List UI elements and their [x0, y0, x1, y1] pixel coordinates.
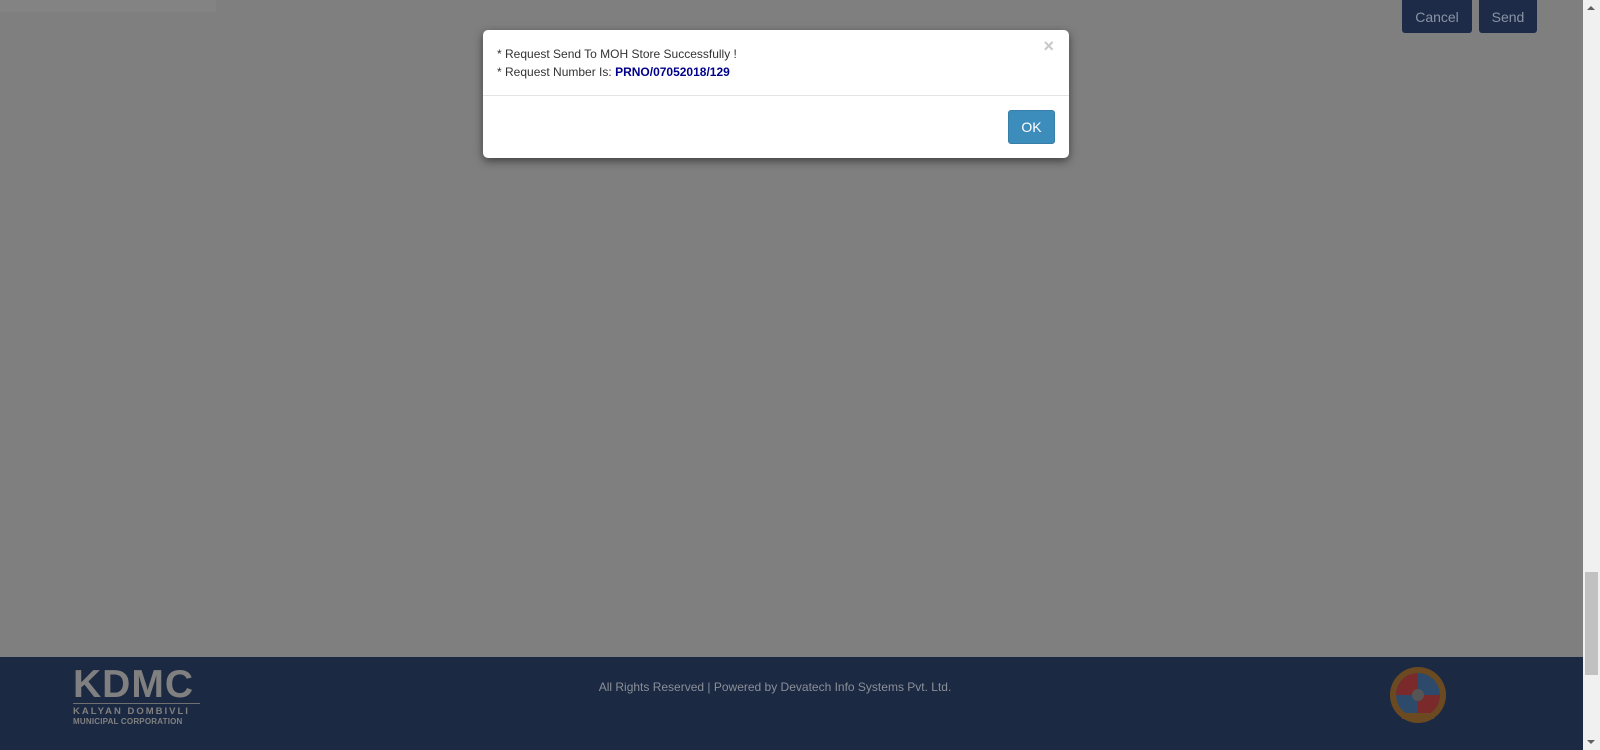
success-dialog: × * Request Send To MOH Store Successful…	[483, 30, 1069, 158]
kdmc-seal-icon	[1390, 667, 1446, 723]
logo-line2: MUNICIPAL CORPORATION	[73, 717, 183, 726]
scrollbar-thumb[interactable]	[1585, 572, 1598, 675]
footer	[0, 657, 1583, 750]
ok-button[interactable]: OK	[1008, 110, 1055, 144]
vertical-scrollbar[interactable]	[1583, 0, 1600, 750]
send-button[interactable]: Send	[1479, 0, 1537, 33]
logo-line1: KALYAN DOMBIVLI	[73, 706, 190, 717]
success-message: * Request Send To MOH Store Successfully…	[497, 47, 737, 61]
request-number: PRNO/07052018/129	[615, 65, 730, 79]
cancel-button[interactable]: Cancel	[1402, 0, 1472, 33]
request-number-line: * Request Number Is: PRNO/07052018/129	[497, 63, 1055, 81]
close-icon[interactable]: ×	[1043, 36, 1054, 57]
scroll-down-icon[interactable]	[1587, 740, 1595, 744]
kdmc-logo: KDMC KALYAN DOMBIVLI MUNICIPAL CORPORATI…	[73, 665, 200, 726]
request-number-label: * Request Number Is:	[497, 65, 616, 79]
dialog-body: * Request Send To MOH Store Successfully…	[483, 30, 1069, 96]
footer-copyright: All Rights Reserved | Powered by Devatec…	[598, 680, 952, 694]
top-left-strip	[0, 0, 216, 12]
scroll-up-icon[interactable]	[1587, 6, 1595, 10]
